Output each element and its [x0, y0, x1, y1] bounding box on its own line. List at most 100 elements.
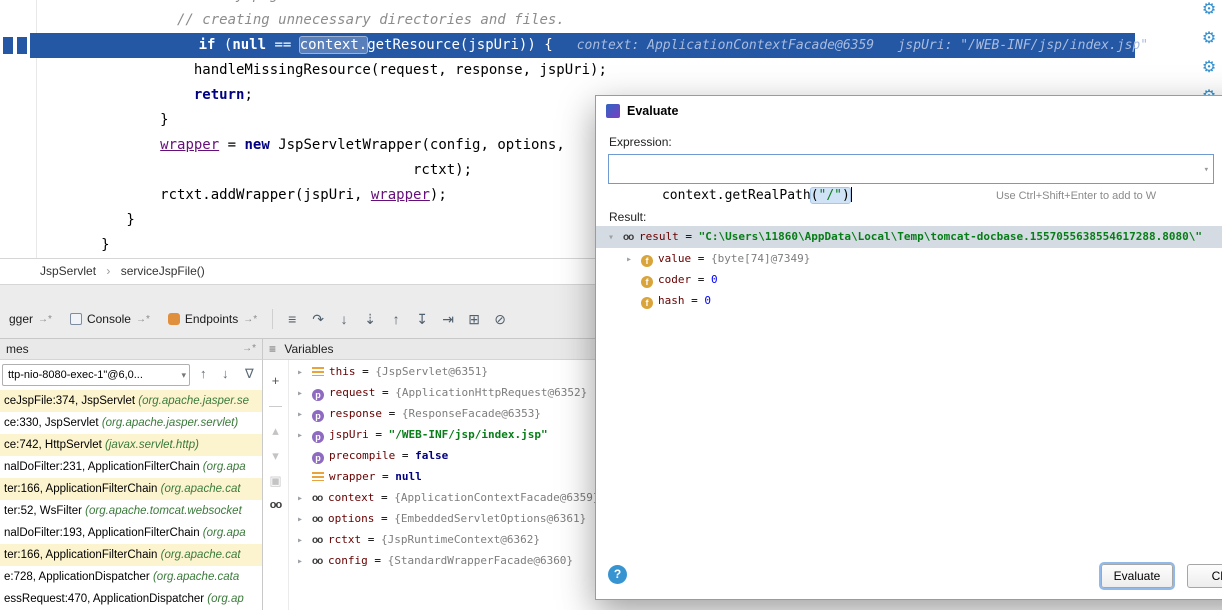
- code-line[interactable]: y page: [0, 0, 1222, 8]
- show-watches-icon[interactable]: oo: [263, 493, 288, 518]
- menu-icon[interactable]: ≡: [279, 311, 305, 327]
- breadcrumb-method[interactable]: serviceJspFile(): [121, 264, 205, 278]
- mute-breakpoints-icon[interactable]: ⊘: [487, 311, 513, 328]
- thread-selector[interactable]: ttp-nio-8080-exec-1"@6,0... ▾: [2, 364, 190, 386]
- variable-name: rctxt: [328, 533, 361, 546]
- code-token: ==: [266, 37, 300, 53]
- collapse-chevron-icon[interactable]: ▾: [608, 227, 623, 248]
- frame-package: (org.apache.cat: [161, 483, 241, 495]
- code-token: context.: [300, 37, 367, 53]
- expand-chevron-icon[interactable]: ▸: [297, 425, 312, 445]
- gear-icon[interactable]: ⚙: [1202, 31, 1216, 47]
- frame-down-icon[interactable]: ↓: [222, 366, 229, 381]
- expand-chevron-icon[interactable]: ▸: [297, 551, 312, 571]
- view-breakpoints-icon[interactable]: ⊞: [461, 311, 487, 328]
- variable-row[interactable]: fcoder = 0: [596, 269, 1222, 290]
- equals-sign: =: [395, 449, 415, 462]
- field-icon: f: [641, 255, 653, 267]
- watches-hint: Use Ctrl+Shift+Enter to add to W: [996, 190, 1156, 202]
- breadcrumb-class[interactable]: JspServlet: [40, 264, 96, 278]
- frames-panel: ttp-nio-8080-exec-1"@6,0... ▾ ↑ ↓ ∇ ceJs…: [0, 360, 262, 610]
- watch-icon: oo: [312, 530, 328, 550]
- hamburger-icon[interactable]: ≡: [269, 342, 276, 356]
- dialog-titlebar[interactable]: Evaluate: [596, 96, 1222, 126]
- expression-input[interactable]: context.getRealPath("/") ▾: [608, 154, 1214, 184]
- evaluate-dialog-icon: [606, 104, 620, 118]
- stack-frame-row[interactable]: ter:52, WsFilter (org.apache.tomcat.webs…: [0, 500, 262, 522]
- variable-name: context: [328, 491, 374, 504]
- tab-endpoints[interactable]: Endpoints→*: [159, 300, 266, 338]
- equals-sign: =: [691, 252, 711, 265]
- filter-icon[interactable]: ∇: [245, 366, 254, 382]
- stack-frame-row[interactable]: ceJspFile:374, JspServlet (org.apache.ja…: [0, 390, 262, 412]
- watches-toolbar: +—▴▾▣oo: [263, 360, 289, 610]
- frame-location: ce:742, HttpServlet: [4, 439, 105, 451]
- frame-up-icon[interactable]: ↑: [200, 366, 207, 381]
- chevron-right-icon: ›: [106, 264, 110, 278]
- frame-location: ter:166, ApplicationFilterChain: [4, 549, 161, 561]
- expand-chevron-icon[interactable]: ▸: [626, 249, 641, 269]
- expand-chevron-icon[interactable]: ▸: [297, 404, 312, 424]
- code-line[interactable]: handleMissingResource(request, response,…: [0, 58, 1222, 83]
- variable-name: precompile: [329, 449, 395, 462]
- add-watch-icon[interactable]: +: [263, 368, 288, 393]
- expand-chevron-icon[interactable]: ▸: [297, 509, 312, 529]
- chevron-down-icon: ▾: [181, 365, 186, 385]
- expand-chevron-icon[interactable]: ▸: [297, 488, 312, 508]
- gear-icon[interactable]: ⚙: [1202, 60, 1216, 76]
- run-to-cursor-icon[interactable]: ↧: [409, 311, 435, 328]
- frames-header-pin-icon[interactable]: →*: [242, 339, 256, 359]
- result-label: Result:: [609, 210, 646, 224]
- variable-name: this: [329, 365, 356, 378]
- frame-package: (org.apache.jasper.servlet): [102, 417, 238, 429]
- code-line[interactable]: // creating unnecessary directories and …: [0, 8, 1222, 33]
- tab-console[interactable]: Console→*: [61, 300, 159, 338]
- code-token: ;: [244, 87, 252, 103]
- execution-line[interactable]: if (null == context.getResource(jspUri))…: [30, 33, 1135, 58]
- expand-chevron-icon[interactable]: ▸: [297, 383, 312, 403]
- variable-value: {ApplicationHttpRequest@6352}: [395, 386, 587, 399]
- move-down-icon[interactable]: ▾: [263, 443, 288, 468]
- evaluate-button[interactable]: Evaluate: [1101, 564, 1173, 588]
- expand-chevron-icon[interactable]: ▸: [297, 362, 312, 382]
- stack-frame-row[interactable]: ter:166, ApplicationFilterChain (org.apa…: [0, 478, 262, 500]
- expression-label: Expression:: [609, 135, 672, 149]
- variable-value: {byte[74]@7349}: [711, 252, 810, 265]
- remove-watch-icon[interactable]: —: [263, 393, 288, 418]
- stack-frame-row[interactable]: ce:742, HttpServlet (javax.servlet.http): [0, 434, 262, 456]
- gear-icon[interactable]: ⚙: [1202, 2, 1216, 18]
- move-up-icon[interactable]: ▴: [263, 418, 288, 443]
- watch-icon: oo: [312, 551, 328, 571]
- result-row[interactable]: ▾ooresult = "C:\Users\11860\AppData\Loca…: [596, 226, 1222, 248]
- param-icon: p: [312, 452, 324, 464]
- expand-chevron-icon[interactable]: ▸: [297, 530, 312, 550]
- stack-frame-row[interactable]: ter:166, ApplicationFilterChain (org.apa…: [0, 544, 262, 566]
- stack-frame-row[interactable]: e:728, ApplicationDispatcher (org.apache…: [0, 566, 262, 588]
- force-step-into-icon[interactable]: ⇣: [357, 311, 383, 328]
- thread-row: ttp-nio-8080-exec-1"@6,0... ▾ ↑ ↓ ∇: [0, 363, 262, 389]
- variable-name: hash: [658, 294, 685, 307]
- frame-location: ceJspFile:374, JspServlet: [4, 395, 138, 407]
- duplicate-icon[interactable]: ▣: [263, 468, 288, 493]
- help-icon[interactable]: ?: [608, 565, 627, 584]
- step-into-icon[interactable]: ↓: [331, 311, 357, 327]
- dialog-title: Evaluate: [627, 104, 678, 118]
- frame-location: ce:330, JspServlet: [4, 417, 102, 429]
- variable-name: options: [328, 512, 374, 525]
- variable-row[interactable]: ▸fvalue = {byte[74]@7349}: [596, 248, 1222, 269]
- frame-package: (org.apache.jasper.se: [138, 395, 249, 407]
- step-out-icon[interactable]: ↑: [383, 311, 409, 327]
- stack-frame-row[interactable]: nalDoFilter:231, ApplicationFilterChain …: [0, 456, 262, 478]
- evaluate-expression-icon[interactable]: ⇥: [435, 311, 461, 328]
- equals-sign: =: [374, 512, 394, 525]
- variable-row[interactable]: fhash = 0: [596, 290, 1222, 311]
- stack-frame-row[interactable]: nalDoFilter:193, ApplicationFilterChain …: [0, 522, 262, 544]
- code-token: wrapper: [371, 187, 430, 203]
- history-dropdown-icon[interactable]: ▾: [1204, 157, 1209, 184]
- tab-gger[interactable]: gger→*: [0, 300, 61, 338]
- stack-frame-row[interactable]: essRequest:470, ApplicationDispatcher (o…: [0, 588, 262, 610]
- code-token: =: [219, 137, 244, 153]
- step-over-icon[interactable]: ↷: [305, 311, 331, 328]
- close-button[interactable]: Close: [1187, 564, 1222, 588]
- stack-frame-row[interactable]: ce:330, JspServlet (org.apache.jasper.se…: [0, 412, 262, 434]
